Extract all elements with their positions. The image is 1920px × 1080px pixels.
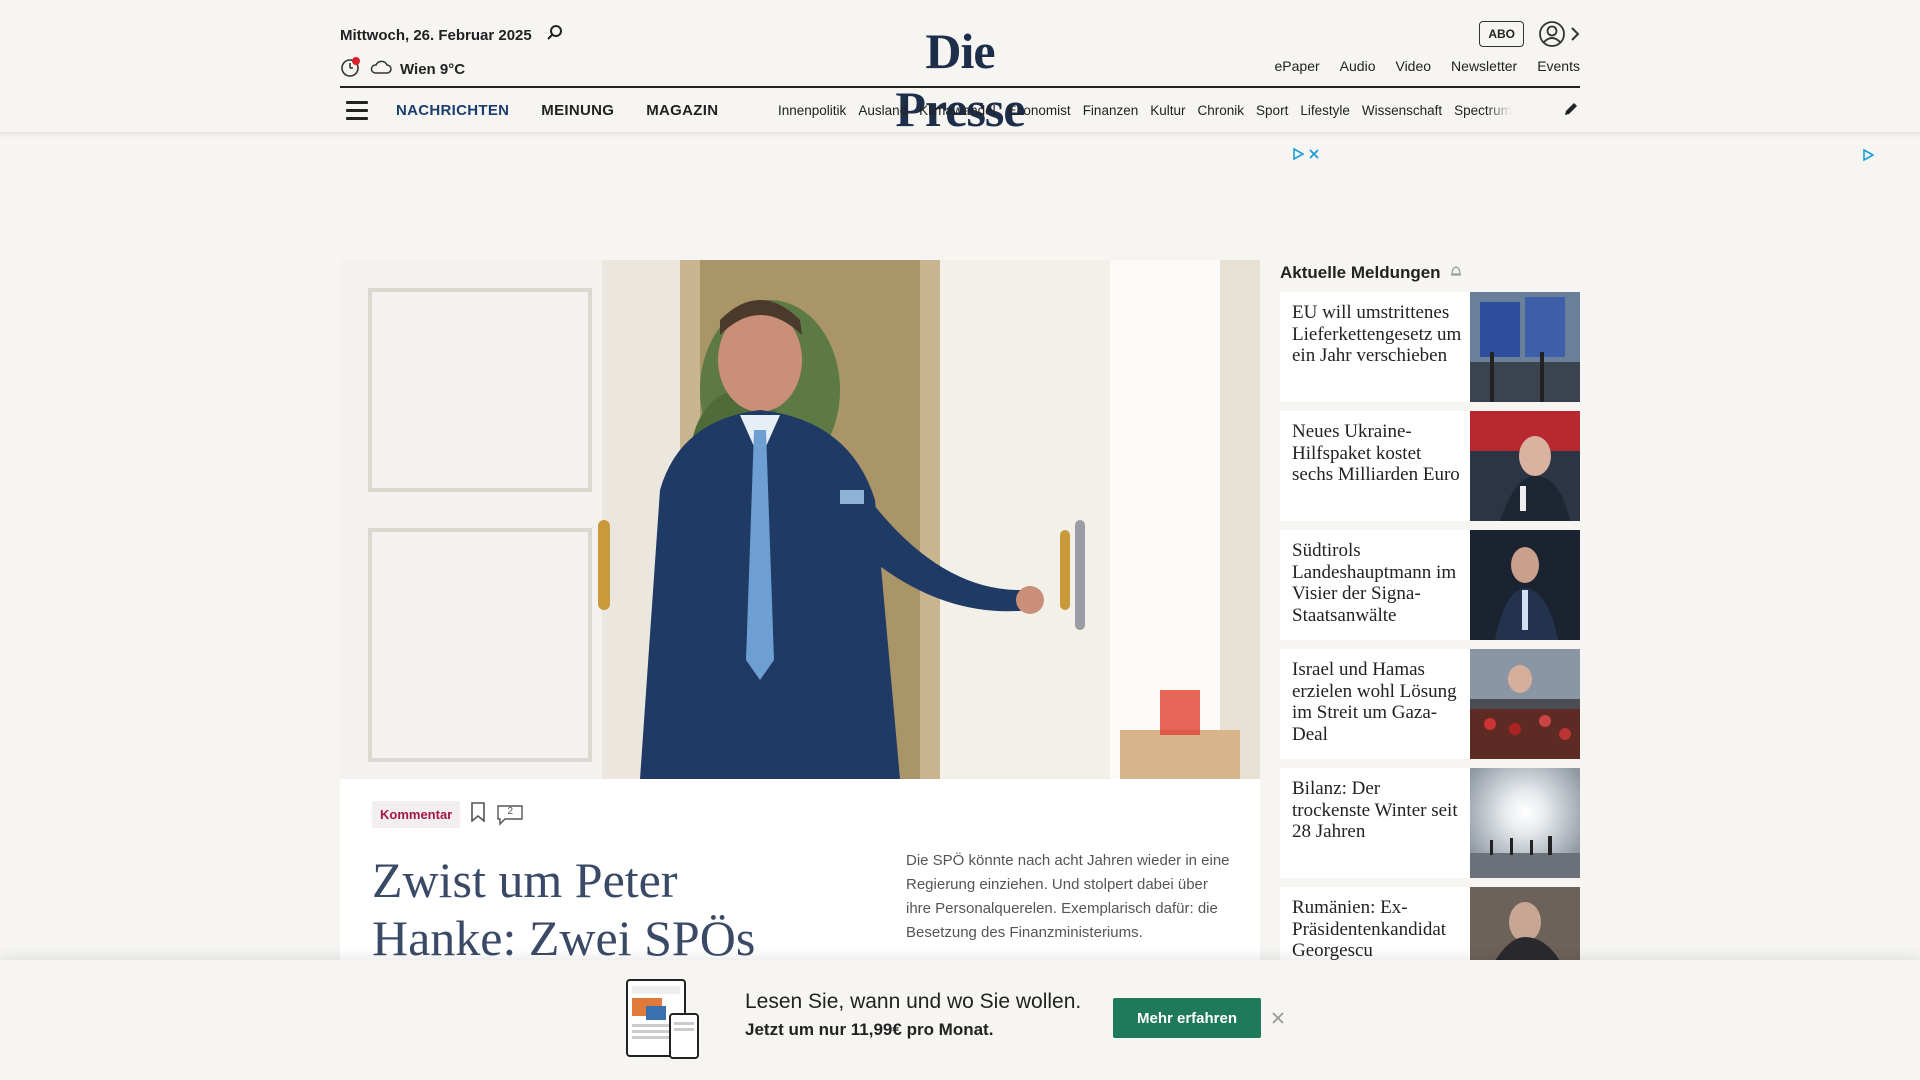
menu-icon[interactable] — [346, 100, 368, 120]
news-sidebar: Aktuelle Meldungen EU will umstrittenes … — [1280, 262, 1580, 961]
current-date: Mittwoch, 26. Februar 2025 — [340, 26, 532, 44]
subnav-klimawandel[interactable]: Klimawandel — [919, 103, 996, 118]
subnav-innenpolitik[interactable]: Innenpolitik — [778, 103, 846, 118]
comment-count: 2 — [507, 805, 514, 817]
abo-button[interactable]: ABO — [1479, 21, 1524, 47]
ad-close-icon[interactable] — [1308, 148, 1320, 160]
list-item[interactable]: Südtirols Landeshauptmann im Visier der … — [1280, 530, 1580, 640]
list-item-thumbnail[interactable] — [1470, 887, 1580, 961]
ad-play-icon — [1863, 148, 1875, 162]
ad-choices-right[interactable] — [1862, 148, 1875, 166]
promo-subtitle: Jetzt um nur 11,99€ pro Monat. — [745, 1020, 994, 1039]
subnav-economist[interactable]: Economist — [1008, 103, 1071, 118]
hero-body: Kommentar 2 Zwist um Peter Hanke: Zwei S… — [340, 779, 1260, 966]
link-events[interactable]: Events — [1537, 58, 1580, 74]
sub-nav: Innenpolitik Ausland Klimawandel Economi… — [778, 103, 1538, 118]
sidebar-title: Aktuelle Meldungen — [1280, 262, 1580, 284]
nav-magazin[interactable]: MAGAZIN — [646, 102, 718, 119]
promo-title: Lesen Sie, wann und wo Sie wollen. — [745, 990, 1082, 1013]
top-links: ePaper Audio Video Newsletter Events — [1275, 58, 1580, 74]
account-area: ABO — [1479, 20, 1580, 48]
nav-nachrichten[interactable]: NACHRICHTEN — [396, 102, 509, 119]
tablet-phone-illustration — [626, 978, 706, 1065]
chevron-right-icon — [1571, 27, 1580, 41]
subnav-ausland[interactable]: Ausland — [858, 103, 907, 118]
weather-row: Wien 9°C — [340, 56, 465, 82]
subscription-banner: Lesen Sie, wann und wo Sie wollen. Jetzt… — [0, 960, 1920, 1080]
sidebar-title-text: Aktuelle Meldungen — [1280, 263, 1441, 282]
link-newsletter[interactable]: Newsletter — [1451, 58, 1517, 74]
category-tag[interactable]: Kommentar — [372, 801, 461, 828]
weather-text[interactable]: Wien 9°C — [400, 61, 465, 78]
header-shadow — [0, 132, 1920, 138]
article-headline[interactable]: Zwist um Peter Hanke: Zwei SPÖs — [372, 851, 792, 967]
list-item-title[interactable]: Südtirols Landeshauptmann im Visier der … — [1292, 540, 1462, 626]
list-item[interactable]: Neues Ukraine-Hilfspaket kostet sechs Mi… — [1280, 411, 1580, 521]
list-item-thumbnail[interactable] — [1470, 530, 1580, 640]
link-audio[interactable]: Audio — [1340, 58, 1376, 74]
notification-clock-icon[interactable] — [340, 56, 362, 82]
subnav-finanzen[interactable]: Finanzen — [1083, 103, 1139, 118]
link-epaper[interactable]: ePaper — [1275, 58, 1320, 74]
list-item-title[interactable]: Bilanz: Der trockenste Winter seit 28 Ja… — [1292, 778, 1462, 843]
subnav-spectrum[interactable]: Spectrum — [1454, 103, 1512, 118]
list-item[interactable]: EU will umstrittenes Lieferkettengesetz … — [1280, 292, 1580, 402]
list-item-title[interactable]: EU will umstrittenes Lieferkettengesetz … — [1292, 302, 1462, 367]
ad-play-icon — [1293, 148, 1304, 160]
comment-icon[interactable]: 2 — [496, 804, 524, 826]
bookmark-icon[interactable] — [470, 802, 486, 827]
hero-image[interactable] — [340, 260, 1260, 779]
list-item[interactable]: Rumänien: Ex-Präsidentenkandidat Georges… — [1280, 887, 1580, 961]
user-icon[interactable] — [1538, 20, 1580, 48]
list-item-thumbnail[interactable] — [1470, 768, 1580, 878]
date-row: Mittwoch, 26. Februar 2025 — [340, 24, 564, 46]
list-item-title[interactable]: Rumänien: Ex-Präsidentenkandidat Georges… — [1292, 897, 1462, 962]
list-item-thumbnail[interactable] — [1470, 292, 1580, 402]
navigation-bar: NACHRICHTEN MEINUNG MAGAZIN Innenpolitik… — [340, 88, 1580, 132]
subnav-kultur[interactable]: Kultur — [1150, 103, 1185, 118]
subnav-sport[interactable]: Sport — [1256, 103, 1288, 118]
list-item[interactable]: Bilanz: Der trockenste Winter seit 28 Ja… — [1280, 768, 1580, 878]
search-icon[interactable] — [546, 24, 564, 46]
list-item-thumbnail[interactable] — [1470, 649, 1580, 759]
ad-choices[interactable] — [1292, 148, 1320, 160]
list-item-thumbnail[interactable] — [1470, 411, 1580, 521]
pencil-icon[interactable] — [1562, 100, 1580, 123]
link-video[interactable]: Video — [1395, 58, 1431, 74]
subnav-lifestyle[interactable]: Lifestyle — [1300, 103, 1350, 118]
list-item[interactable]: Israel und Hamas erzielen wohl Lösung im… — [1280, 649, 1580, 759]
mehr-erfahren-button[interactable]: Mehr erfahren — [1113, 998, 1261, 1038]
cloud-icon — [370, 59, 392, 79]
list-item-title[interactable]: Israel und Hamas erzielen wohl Lösung im… — [1292, 659, 1462, 745]
nav-meinung[interactable]: MEINUNG — [541, 102, 614, 119]
site-header: Mittwoch, 26. Februar 2025 Wien 9°C Die … — [0, 0, 1920, 137]
close-icon[interactable] — [1270, 1010, 1286, 1031]
article-meta: Kommentar 2 — [372, 801, 524, 828]
list-item-title[interactable]: Neues Ukraine-Hilfspaket kostet sechs Mi… — [1292, 421, 1462, 486]
bell-icon[interactable] — [1449, 263, 1463, 283]
article-teaser: Die SPÖ könnte nach acht Jahren wieder i… — [906, 852, 1230, 941]
subnav-chronik[interactable]: Chronik — [1198, 103, 1245, 118]
hero-article[interactable]: Kommentar 2 Zwist um Peter Hanke: Zwei S… — [340, 260, 1260, 966]
subnav-wissenschaft[interactable]: Wissenschaft — [1362, 103, 1442, 118]
main-nav: NACHRICHTEN MEINUNG MAGAZIN — [396, 102, 718, 119]
